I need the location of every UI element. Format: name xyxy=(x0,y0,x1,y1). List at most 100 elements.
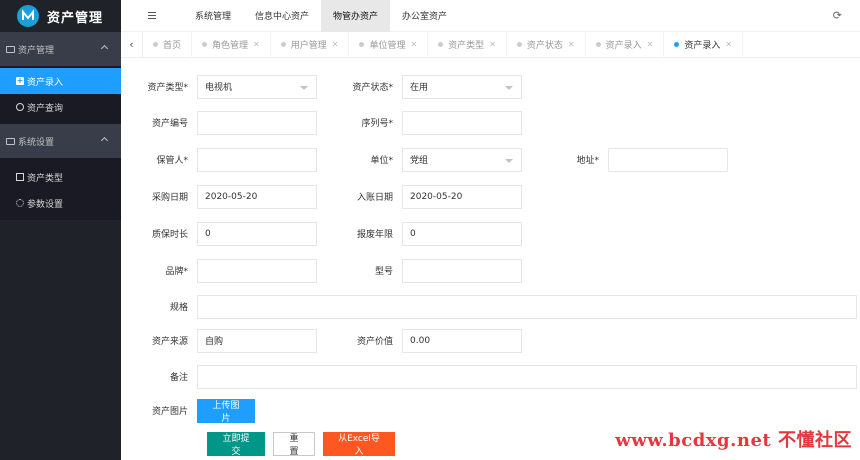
brand: 资产管理 xyxy=(0,0,121,32)
scrap-years-input[interactable]: 0 xyxy=(402,221,522,246)
tab-home[interactable]: 首页 xyxy=(143,31,193,58)
asset-type-select[interactable]: 电视机 xyxy=(197,74,317,99)
card-icon xyxy=(16,173,24,181)
card-icon xyxy=(6,45,15,53)
close-icon[interactable]: ✕ xyxy=(489,40,496,49)
upload-image-button[interactable]: 上传图片 xyxy=(197,398,255,424)
top-header: 系统管理 信息中心资产 物管办资产 办公室资产 ⟳ xyxy=(121,0,860,32)
refresh-icon[interactable]: ⟳ xyxy=(833,9,842,22)
gear-icon xyxy=(16,199,24,207)
menu-group-asset-management[interactable]: 资产管理 xyxy=(0,32,121,66)
scrap-years-label: 报废年限 xyxy=(356,230,393,240)
chevron-up-icon xyxy=(100,44,109,53)
chevron-left-icon[interactable]: ‹ xyxy=(121,31,143,58)
address-input[interactable] xyxy=(608,147,728,172)
sidebar-item-label: 参数设置 xyxy=(27,199,64,210)
nav-info-center-assets[interactable]: 信息中心资产 xyxy=(243,0,321,32)
purchase-date-input[interactable]: 2020-05-20 xyxy=(197,184,317,209)
asset-entry-form: 资产类型* 电视机 资产状态* 在用 资产编号 序列号* 保管人* 单位* 党组… xyxy=(121,58,860,460)
entry-date-label: 入账日期 xyxy=(356,193,393,203)
dot-icon xyxy=(153,42,158,47)
sidebar-item-label: 资产查询 xyxy=(27,103,64,114)
tab-label: 角色管理 xyxy=(212,41,249,51)
plus-icon: + xyxy=(16,76,24,85)
tab-unit-management[interactable]: 单位管理 ✕ xyxy=(349,31,429,58)
brand-input[interactable] xyxy=(197,258,317,283)
search-icon xyxy=(16,103,24,111)
spec-label: 规格 xyxy=(169,303,188,313)
sidebar-item-asset-query[interactable]: 资产查询 xyxy=(0,94,121,120)
tab-asset-status[interactable]: 资产状态 ✕ xyxy=(507,31,586,58)
remark-input[interactable] xyxy=(197,364,857,389)
asset-no-label: 资产编号 xyxy=(151,119,188,129)
tab-asset-type[interactable]: 资产类型 ✕ xyxy=(428,31,507,58)
tab-role-management[interactable]: 角色管理 ✕ xyxy=(192,31,271,58)
sidebar-item-asset-entry[interactable]: + 资产录入 xyxy=(0,68,121,94)
close-icon[interactable]: ✕ xyxy=(332,40,339,49)
sidebar-item-label: 资产类型 xyxy=(27,173,64,184)
chevron-up-icon xyxy=(100,136,109,145)
submit-button[interactable]: 立即提交 xyxy=(207,431,265,457)
tab-label: 首页 xyxy=(163,41,182,51)
spec-input[interactable] xyxy=(197,294,857,319)
dot-icon xyxy=(674,42,680,47)
dot-icon xyxy=(359,42,365,47)
image-label: 资产图片 xyxy=(151,407,188,417)
import-excel-button[interactable]: 从Excel导入 xyxy=(323,431,395,457)
tab-label: 单位管理 xyxy=(369,41,406,51)
nav-property-office-assets[interactable]: 物管办资产 xyxy=(321,0,391,32)
asset-status-select[interactable]: 在用 xyxy=(402,74,522,99)
tab-label: 用户管理 xyxy=(290,41,327,51)
serial-no-label: 序列号* xyxy=(361,119,393,129)
tab-label: 资产录入 xyxy=(605,41,642,51)
dot-icon xyxy=(202,42,208,47)
nav-office-assets[interactable]: 办公室资产 xyxy=(390,0,459,32)
logo-icon xyxy=(17,5,39,27)
remark-label: 备注 xyxy=(169,373,188,383)
tab-user-management[interactable]: 用户管理 ✕ xyxy=(271,31,350,58)
price-input[interactable]: 0.00 xyxy=(402,328,522,353)
sidebar-item-label: 资产录入 xyxy=(27,77,64,88)
keeper-label: 保管人* xyxy=(156,156,188,166)
dot-icon xyxy=(595,42,601,47)
brand-title: 资产管理 xyxy=(47,10,104,26)
close-icon[interactable]: ✕ xyxy=(568,40,575,49)
close-icon[interactable]: ✕ xyxy=(725,40,732,49)
card-icon xyxy=(6,137,15,145)
asset-no-input[interactable] xyxy=(197,110,317,135)
entry-date-input[interactable]: 2020-05-20 xyxy=(402,184,522,209)
source-label: 资产来源 xyxy=(151,337,188,347)
tab-label: 资产状态 xyxy=(526,41,563,51)
close-icon[interactable]: ✕ xyxy=(647,40,654,49)
sidebar: 资产管理 资产管理 + 资产录入 资产查询 系统设置 资产类型 参数设置 xyxy=(0,0,121,460)
menu-toggle-icon[interactable] xyxy=(148,10,156,21)
tab-asset-entry[interactable]: 资产录入 ✕ xyxy=(586,31,665,58)
nav-system-management[interactable]: 系统管理 xyxy=(183,0,243,32)
serial-no-input[interactable] xyxy=(402,110,522,135)
dot-icon xyxy=(516,42,522,47)
tab-label: 资产录入 xyxy=(684,41,721,51)
model-label: 型号 xyxy=(374,267,393,277)
asset-type-label: 资产类型* xyxy=(147,83,188,93)
menu-group-system-settings[interactable]: 系统设置 xyxy=(0,124,121,158)
tab-asset-entry-active[interactable]: 资产录入 ✕ xyxy=(664,31,744,58)
sidebar-item-parameter-settings[interactable]: 参数设置 xyxy=(0,190,121,216)
unit-select[interactable]: 党组 xyxy=(402,147,522,172)
sidebar-item-asset-type[interactable]: 资产类型 xyxy=(0,164,121,190)
price-label: 资产价值 xyxy=(356,337,393,347)
source-input[interactable]: 自购 xyxy=(197,328,317,353)
tab-label: 资产类型 xyxy=(448,41,485,51)
close-icon[interactable]: ✕ xyxy=(253,40,260,49)
brand-label: 品牌* xyxy=(165,267,188,277)
dot-icon xyxy=(280,42,286,47)
unit-label: 单位* xyxy=(370,156,393,166)
warranty-input[interactable]: 0 xyxy=(197,221,317,246)
reset-button[interactable]: 重置 xyxy=(273,431,315,457)
dot-icon xyxy=(438,42,444,47)
watermark: www.bcdxg.net 不懂社区 xyxy=(615,430,852,451)
close-icon[interactable]: ✕ xyxy=(410,40,417,49)
menu-group-label: 资产管理 xyxy=(18,45,55,56)
keeper-input[interactable] xyxy=(197,147,317,172)
page-tabs: ‹ 首页 角色管理 ✕ 用户管理 ✕ 单位管理 ✕ 资产类型 ✕ 资产状态 ✕ 资产录入 ✕… xyxy=(121,31,860,58)
model-input[interactable] xyxy=(402,258,522,283)
